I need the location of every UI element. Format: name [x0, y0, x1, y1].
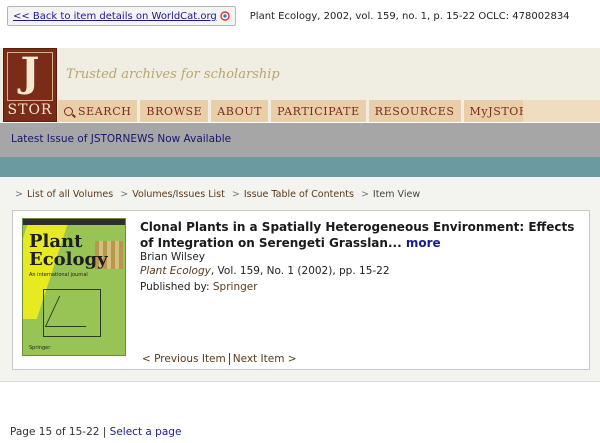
breadcrumb-all-volumes[interactable]: List of all Volumes: [27, 189, 113, 200]
breadcrumb: > List of all Volumes > Volumes/Issues Lis…: [11, 189, 420, 200]
main-nav: SEARCH BROWSE ABOUT PARTICIPATE RESOURCE…: [58, 100, 537, 122]
jstor-logo[interactable]: J STOR: [3, 48, 57, 122]
pager-divider: [228, 353, 230, 365]
worldcat-bar: << Back to item details on WorldCat.org …: [7, 6, 570, 26]
article-author: Brian Wilsey: [140, 251, 205, 263]
publisher-link[interactable]: Springer: [213, 281, 258, 293]
citation-text: Plant Ecology, 2002, vol. 159, no. 1, p.…: [249, 10, 570, 22]
logo-letter: J: [20, 49, 40, 96]
article-title-text: Clonal Plants in a Spatially Heterogeneo…: [140, 220, 575, 250]
nav-about[interactable]: ABOUT: [211, 100, 269, 122]
page-info-separator: |: [102, 426, 107, 438]
news-bar: Latest Issue of JSTORNEWS Now Available: [0, 123, 600, 157]
cover-title-line2: Ecology: [29, 249, 108, 270]
cover-subtitle: An international journal: [29, 272, 88, 278]
previous-item-link[interactable]: < Previous Item: [142, 353, 226, 365]
journal-details: , Vol. 159, No. 1 (2002), pp. 15-22: [210, 265, 390, 277]
published-by-label: Published by:: [140, 281, 210, 293]
breadcrumb-issue-toc[interactable]: Issue Table of Contents: [244, 189, 354, 200]
logo-text: STOR: [7, 102, 53, 118]
journal-link[interactable]: Plant Ecology: [140, 265, 211, 277]
breadcrumb-arrow: >: [231, 189, 240, 200]
nav-browse[interactable]: BROWSE: [140, 100, 209, 122]
cover-illustration: [43, 289, 101, 337]
nav-search[interactable]: SEARCH: [58, 100, 138, 122]
breadcrumb-current: Item View: [372, 189, 421, 200]
breadcrumb-arrow: >: [120, 189, 129, 200]
more-link[interactable]: more: [406, 236, 441, 250]
next-item-link[interactable]: Next Item >: [233, 353, 297, 365]
breadcrumb-arrow: >: [360, 189, 369, 200]
back-to-worldcat-button[interactable]: << Back to item details on WorldCat.org: [7, 6, 236, 26]
cover-publisher: Springer: [29, 345, 51, 351]
nav-resources[interactable]: RESOURCES: [368, 100, 461, 122]
tagline: Trusted archives for scholarship: [66, 67, 280, 82]
nav-search-label: SEARCH: [78, 104, 132, 118]
nav-participate[interactable]: PARTICIPATE: [271, 100, 366, 122]
cover-band: [23, 219, 125, 225]
journal-line: Plant Ecology, Vol. 159, No. 1 (2002), p…: [140, 265, 390, 277]
page-count: Page 15 of 15-22: [10, 426, 100, 438]
jstornews-link[interactable]: Latest Issue of JSTORNEWS Now Available: [11, 133, 231, 145]
worldcat-icon: [220, 11, 230, 21]
divider-band: [0, 157, 600, 177]
journal-cover[interactable]: Plant Ecology An international journal S…: [22, 218, 126, 356]
content-divider: [0, 381, 600, 382]
back-to-worldcat-label: << Back to item details on WorldCat.org: [13, 10, 217, 22]
article-title: Clonal Plants in a Spatially Heterogeneo…: [140, 219, 580, 251]
cover-title: Plant Ecology: [29, 233, 108, 269]
nav-filler: [523, 100, 600, 122]
page-info: Page 15 of 15-22 | Select a page: [10, 426, 181, 438]
select-page-link[interactable]: Select a page: [110, 426, 182, 438]
item-pager: < Previous Item Next Item >: [142, 353, 297, 365]
breadcrumb-volumes-issues[interactable]: Volumes/Issues List: [132, 189, 225, 200]
breadcrumb-arrow: >: [15, 189, 23, 200]
publisher-line: Published by: Springer: [140, 281, 258, 293]
search-icon: [64, 106, 73, 116]
